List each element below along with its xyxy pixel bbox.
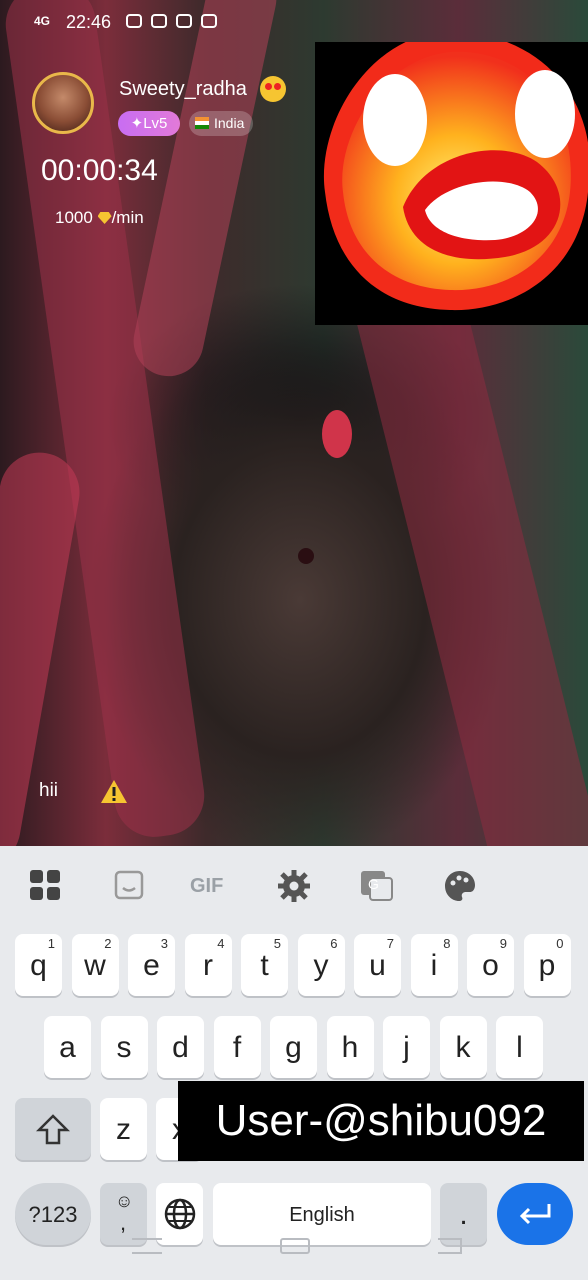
key-label: r xyxy=(203,949,213,982)
diamond-icon xyxy=(97,212,112,224)
enter-key[interactable] xyxy=(497,1183,573,1245)
bindi-dot xyxy=(298,548,314,564)
key-label: e xyxy=(143,949,160,982)
background-drape xyxy=(346,255,588,846)
key-hint: 9 xyxy=(499,936,507,951)
language-key[interactable] xyxy=(156,1183,203,1245)
translate-icon[interactable]: G xyxy=(358,868,394,904)
key-a[interactable]: a xyxy=(44,1016,91,1078)
numbers-key[interactable]: ?123 xyxy=(15,1183,91,1245)
video-icon xyxy=(176,14,192,28)
emoji-comma-key[interactable]: ☺ , xyxy=(100,1183,147,1245)
key-label: o xyxy=(482,949,499,982)
key-label: u xyxy=(369,949,386,982)
instagram-icon xyxy=(126,14,142,28)
gif-button[interactable]: GIF xyxy=(190,868,234,904)
key-r[interactable]: 4r xyxy=(184,934,232,996)
shift-arrow-icon xyxy=(35,1114,71,1145)
space-bar[interactable]: English xyxy=(213,1183,431,1245)
country-label: India xyxy=(214,115,245,131)
key-hint: 8 xyxy=(443,936,451,951)
key-d[interactable]: d xyxy=(157,1016,204,1078)
key-w[interactable]: 2w xyxy=(71,934,119,996)
back-icon[interactable] xyxy=(438,1238,462,1254)
theme-palette-icon[interactable] xyxy=(442,868,478,904)
key-label: w xyxy=(84,949,106,982)
status-bar: 4G 22:46 xyxy=(0,0,588,46)
period-key[interactable]: . xyxy=(440,1183,487,1245)
youtube-icon xyxy=(151,14,167,28)
key-h[interactable]: h xyxy=(326,1016,374,1078)
comma-label: , xyxy=(120,1210,127,1235)
svg-text:G: G xyxy=(368,876,379,892)
key-label: q xyxy=(30,949,47,982)
heart-eyes-emoji-icon xyxy=(260,76,286,102)
keyboard: GIF G 1q2w3e4r5t6y7u8i9o0p asdfghjkl z x… xyxy=(0,846,588,1280)
globe-icon xyxy=(164,1198,195,1230)
fire-mascot-icon xyxy=(323,42,588,311)
watermark-banner: User-@shibu092 xyxy=(178,1081,584,1161)
key-hint: 0 xyxy=(556,936,564,951)
sticker-icon[interactable] xyxy=(112,868,148,904)
key-f[interactable]: f xyxy=(213,1016,261,1078)
key-t[interactable]: 5t xyxy=(241,934,288,996)
key-i[interactable]: 8i xyxy=(410,934,458,996)
rate-amount: 1000 xyxy=(55,208,93,227)
key-e[interactable]: 3e xyxy=(128,934,175,996)
key-j[interactable]: j xyxy=(383,1016,430,1078)
key-hint: 5 xyxy=(273,936,281,951)
signal-indicator: 4G xyxy=(34,14,51,28)
status-time: 22:46 xyxy=(66,12,112,32)
key-z[interactable]: z xyxy=(100,1098,147,1160)
level-badge: ✦Lv5 xyxy=(118,111,180,136)
key-p[interactable]: 0p xyxy=(523,934,571,996)
key-label: y xyxy=(313,949,329,982)
key-label: t xyxy=(260,949,269,982)
rate-unit: /min xyxy=(111,208,144,227)
country-badge: India xyxy=(189,111,253,136)
key-hint: 7 xyxy=(386,936,394,951)
key-hint: 3 xyxy=(160,936,168,951)
key-q[interactable]: 1q xyxy=(15,934,62,996)
chat-message: hii xyxy=(39,780,59,801)
key-label: i xyxy=(430,949,438,982)
settings-gear-icon[interactable] xyxy=(276,868,312,904)
shift-key[interactable] xyxy=(15,1098,91,1160)
key-hint: 1 xyxy=(47,936,55,951)
key-hint: 4 xyxy=(217,936,225,951)
apps-grid-icon[interactable] xyxy=(28,868,64,904)
level-label: Lv5 xyxy=(143,115,168,132)
bindi-mark xyxy=(322,410,352,458)
sparkle-icon: ✦ xyxy=(130,115,144,132)
key-u[interactable]: 7u xyxy=(354,934,401,996)
key-k[interactable]: k xyxy=(439,1016,487,1078)
mail-icon xyxy=(201,14,217,28)
key-s[interactable]: s xyxy=(100,1016,148,1078)
key-hint: 6 xyxy=(330,936,338,951)
avatar[interactable] xyxy=(32,72,94,134)
call-timer: 00:00:34 xyxy=(41,154,158,187)
recent-apps-icon[interactable] xyxy=(132,1238,162,1254)
call-rate: 1000 /min xyxy=(55,208,144,228)
enter-arrow-icon xyxy=(519,1204,551,1225)
key-label: p xyxy=(538,949,556,982)
key-g[interactable]: g xyxy=(270,1016,317,1078)
warning-icon[interactable] xyxy=(100,779,128,805)
background-drape xyxy=(127,0,283,383)
key-y[interactable]: 6y xyxy=(297,934,345,996)
key-hint: 2 xyxy=(104,936,112,951)
key-o[interactable]: 9o xyxy=(467,934,514,996)
home-icon[interactable] xyxy=(280,1238,310,1254)
sticker-overlay xyxy=(315,42,588,325)
username[interactable]: Sweety_radha xyxy=(119,78,247,101)
india-flag-icon xyxy=(195,117,209,129)
key-l[interactable]: l xyxy=(496,1016,543,1078)
